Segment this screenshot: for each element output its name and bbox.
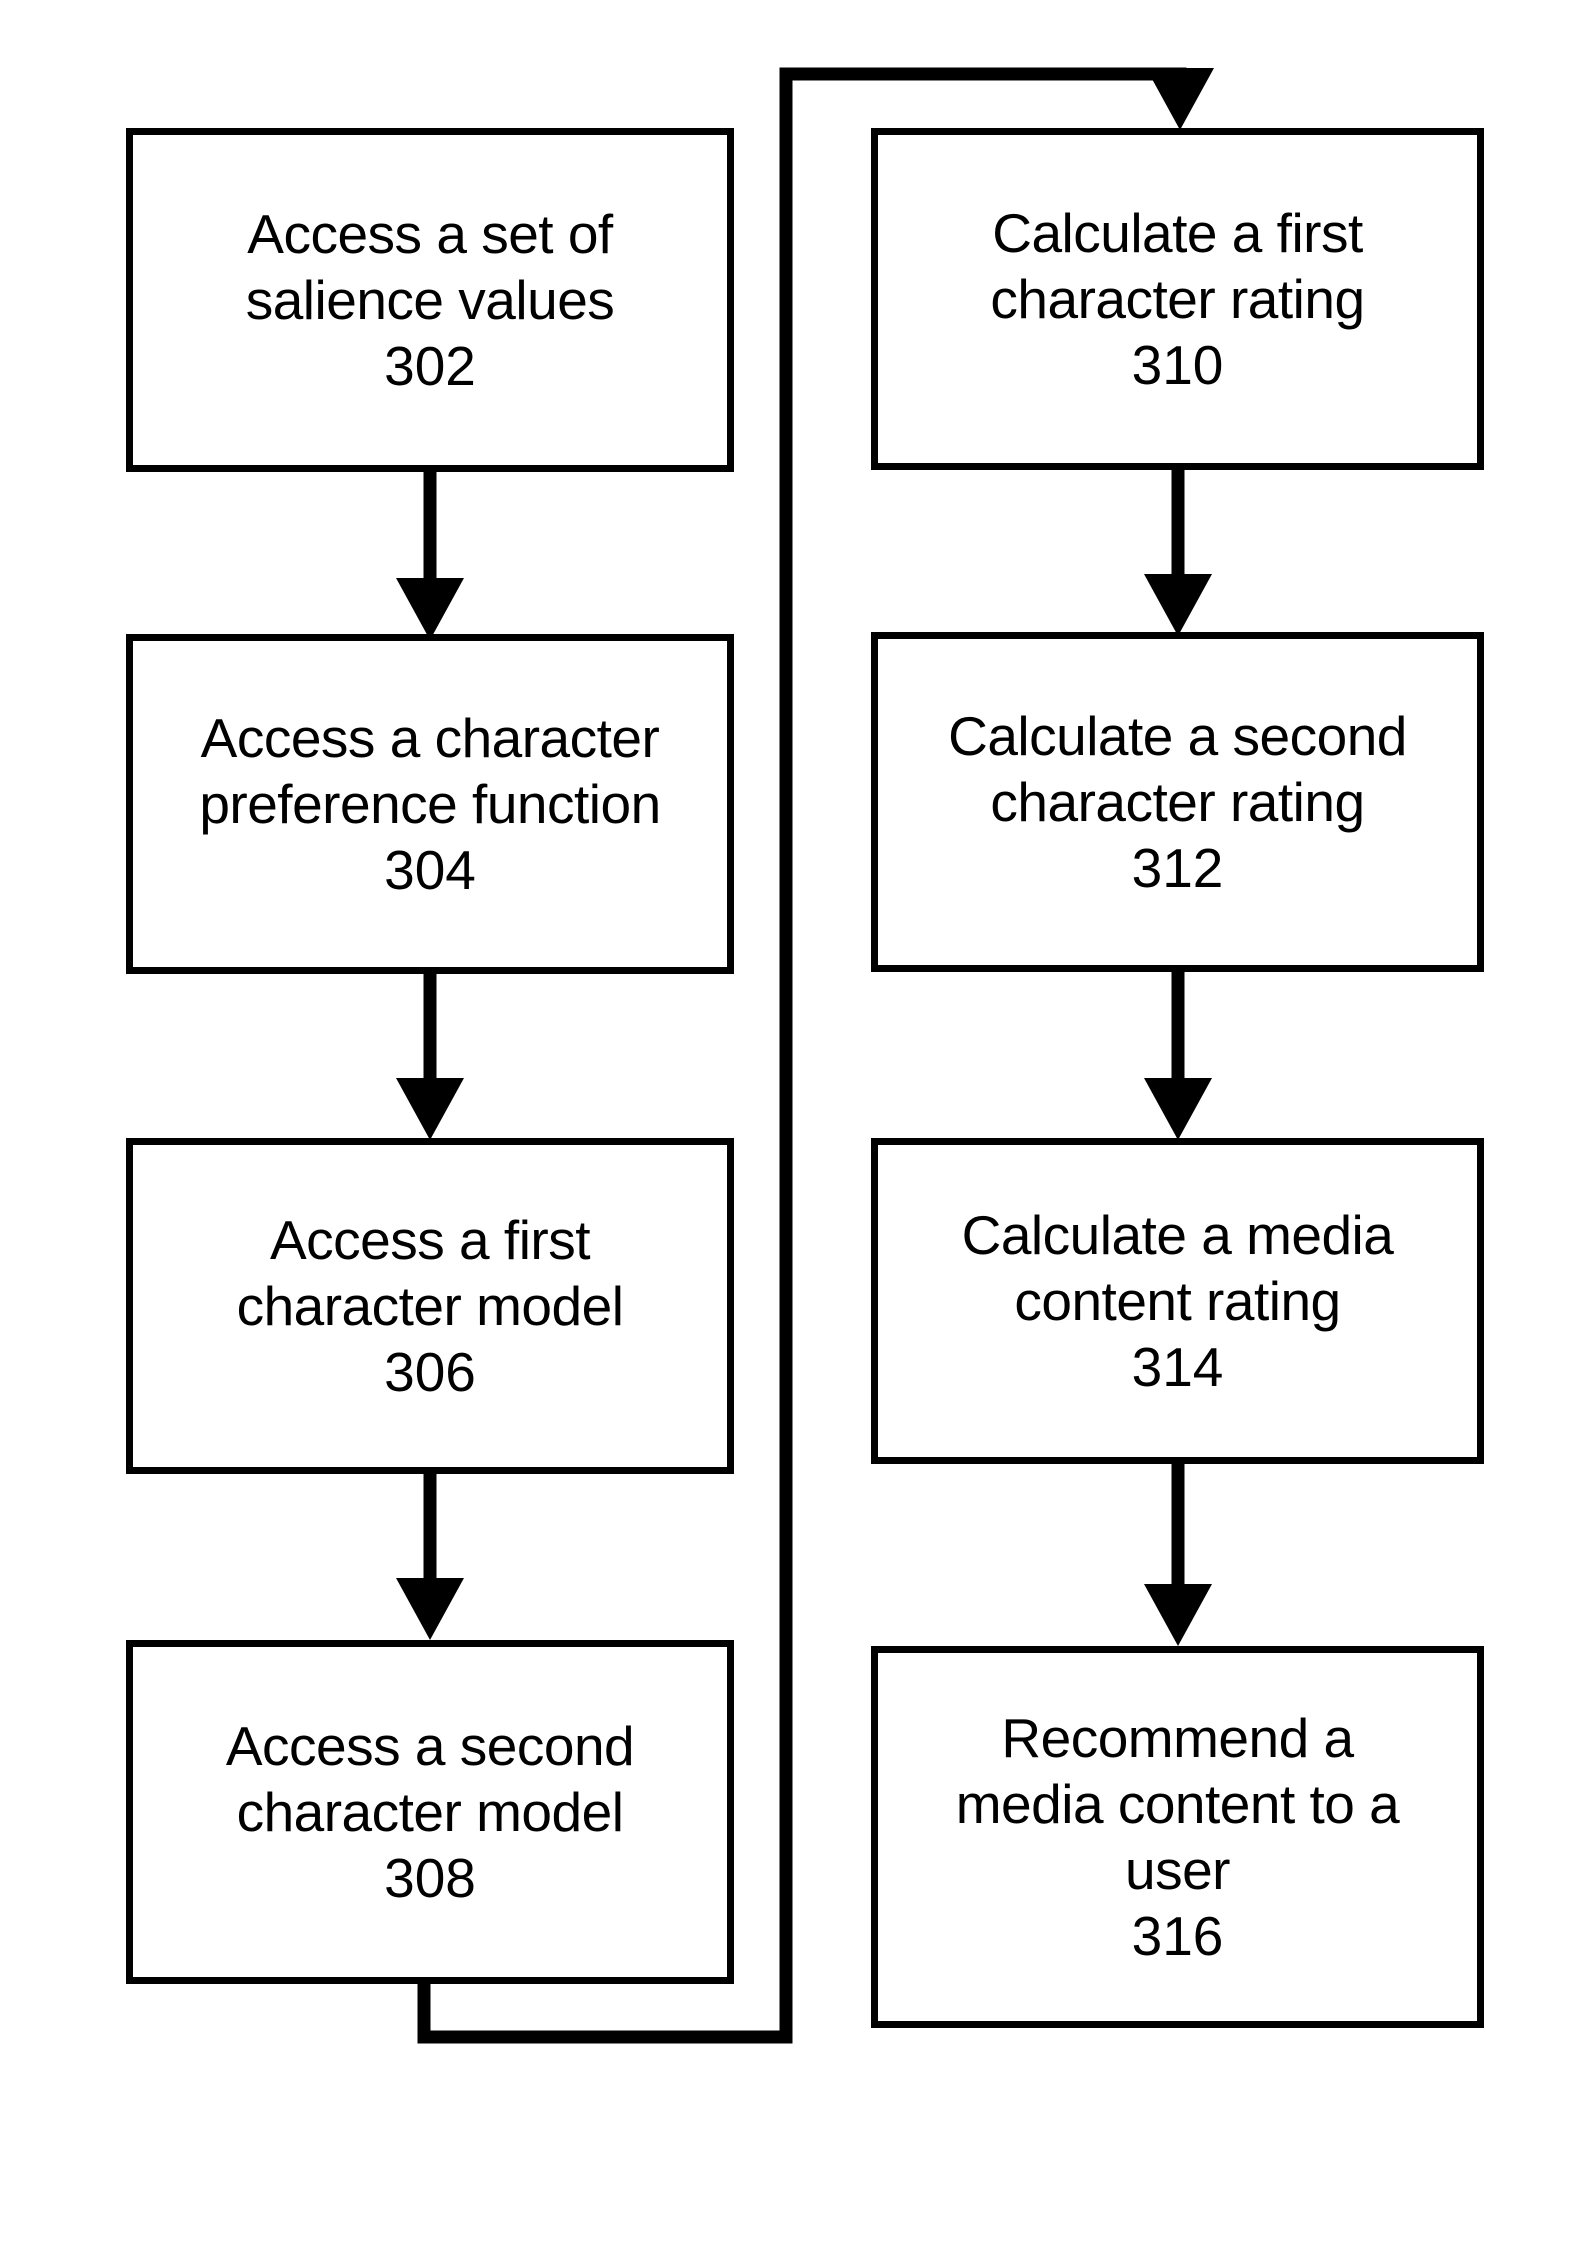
node-316-line-3: user [1125,1839,1231,1901]
node-304-line-1: Access a character [200,707,660,769]
process-node-306[interactable]: Access a first character model 306 [126,1138,734,1474]
process-node-302[interactable]: Access a set of salience values 302 [126,128,734,472]
node-308-line-1: Access a second [225,1715,635,1777]
node-310-line-2: character rating [990,268,1365,330]
process-node-308[interactable]: Access a second character model 308 [126,1640,734,1984]
node-310-line-1: Calculate a first [992,202,1363,264]
node-312-line-2: character rating [990,771,1365,833]
process-node-310[interactable]: Calculate a first character rating 310 [871,128,1484,470]
node-310-reference-numeral: 310 [1131,334,1224,396]
connector-314-316 [1144,1462,1212,1646]
connector-312-314 [1144,970,1212,1140]
node-314-line-1: Calculate a media [961,1204,1394,1266]
connector-302-304 [396,470,464,640]
node-316-line-2: media content to a [955,1773,1400,1835]
node-308-reference-numeral: 308 [384,1847,476,1909]
connector-310-312 [1144,468,1212,636]
node-308-line-2: character model [236,1781,624,1843]
connector-306-308 [396,1472,464,1640]
connector-304-306 [396,972,464,1140]
node-302-line-2: salience values [245,269,615,331]
node-306-line-1: Access a first [269,1209,591,1271]
node-314-line-2: content rating [1014,1270,1341,1332]
process-node-304[interactable]: Access a character preference function 3… [126,634,734,974]
figure-canvas: Access a set of salience values 302 Acce… [0,0,1583,2254]
process-node-314[interactable]: Calculate a media content rating 314 [871,1138,1484,1464]
process-node-316[interactable]: Recommend a media content to a user 316 [871,1646,1484,2028]
node-302-reference-numeral: 302 [384,335,476,397]
node-316-line-1: Recommend a [1001,1707,1354,1769]
process-node-312[interactable]: Calculate a second character rating 312 [871,632,1484,972]
node-304-line-2: preference function [199,773,661,835]
node-314-reference-numeral: 314 [1131,1336,1224,1398]
node-316-reference-numeral: 316 [1131,1905,1224,1967]
node-306-reference-numeral: 306 [384,1341,476,1403]
node-312-line-1: Calculate a second [948,705,1407,767]
node-306-line-2: character model [236,1275,624,1337]
node-302-line-1: Access a set of [247,203,613,265]
node-304-reference-numeral: 304 [384,839,476,901]
node-312-reference-numeral: 312 [1131,837,1224,899]
